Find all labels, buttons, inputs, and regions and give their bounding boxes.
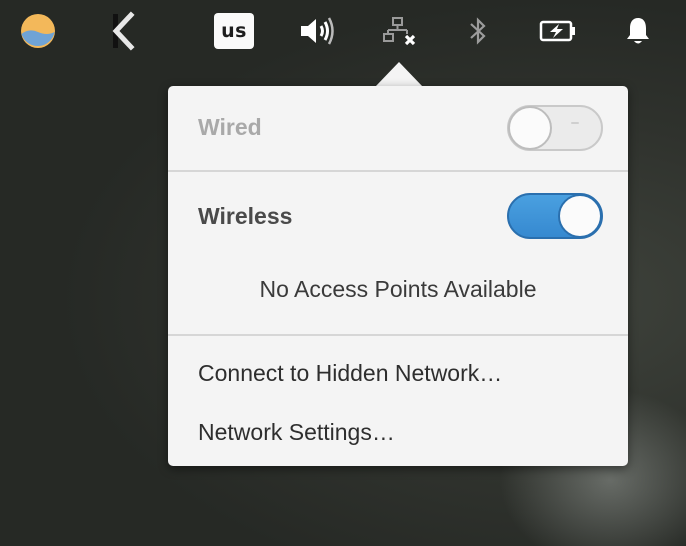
wired-toggle-knob: [508, 106, 552, 150]
top-panel: us: [0, 0, 686, 62]
battery-charging-icon[interactable]: [538, 10, 578, 52]
no-access-points-status: No Access Points Available: [259, 276, 537, 302]
network-disconnected-icon[interactable]: [380, 10, 420, 52]
volume-icon[interactable]: [296, 10, 340, 52]
back-icon[interactable]: [100, 10, 140, 52]
separator: [168, 334, 628, 336]
network-settings-item[interactable]: Network Settings…: [168, 407, 628, 457]
bluetooth-icon[interactable]: [462, 10, 494, 52]
wireless-toggle[interactable]: [507, 193, 603, 239]
popover-arrow: [375, 62, 423, 87]
weather-icon[interactable]: [18, 10, 58, 52]
wireless-label: Wireless: [198, 203, 293, 229]
keyboard-layout-indicator[interactable]: us: [213, 10, 255, 52]
off-indicator: [571, 122, 579, 124]
notifications-icon[interactable]: [620, 10, 656, 52]
connect-hidden-network-item[interactable]: Connect to Hidden Network…: [168, 348, 628, 398]
network-popover: Wired Wireless No Access Points Availabl…: [168, 86, 628, 466]
wireless-toggle-knob: [558, 194, 602, 238]
wired-toggle[interactable]: [507, 105, 603, 151]
wired-label: Wired: [198, 114, 262, 140]
wired-row: Wired: [168, 86, 628, 170]
keyboard-layout-label: us: [214, 13, 254, 49]
wireless-section: Wireless No Access Points Available: [168, 172, 628, 332]
